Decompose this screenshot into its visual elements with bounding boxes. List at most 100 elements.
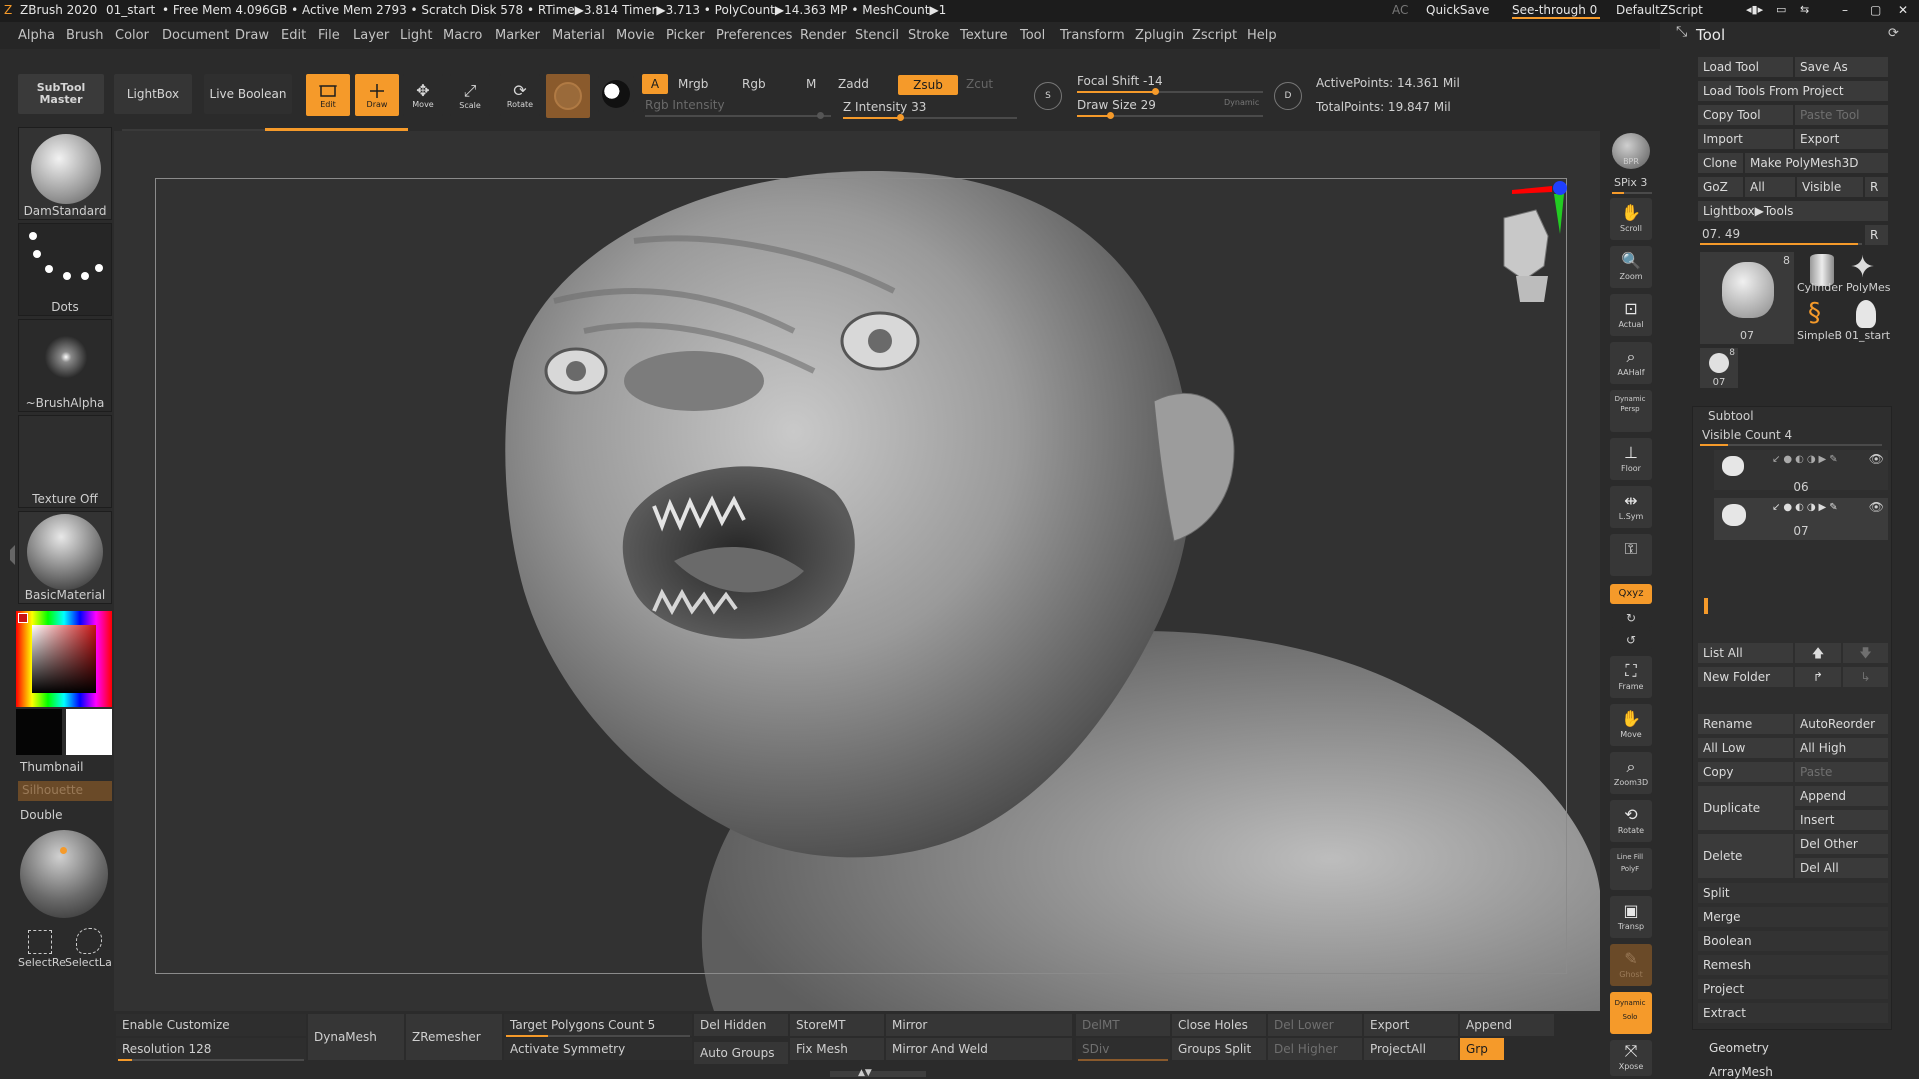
copy-subtool-button[interactable]: Copy [1698,762,1793,782]
projectall-button[interactable]: ProjectAll [1364,1038,1458,1060]
menu-render[interactable]: Render [800,28,846,43]
storemt-button[interactable]: StoreMT [790,1014,884,1036]
del-lower-button[interactable]: Del Lower [1268,1014,1362,1036]
menu-movie[interactable]: Movie [616,28,654,43]
enable-customize-button[interactable]: Enable Customize [116,1014,306,1036]
copy-tool-button[interactable]: Copy Tool [1698,105,1793,125]
subtool-06-toggles-icon[interactable]: ↙●◐◑▶✎ [1772,454,1841,465]
remesh-section[interactable]: Remesh [1698,955,1888,975]
delmt-button[interactable]: DelMT [1076,1014,1170,1036]
sdiv-slider[interactable]: SDiv [1076,1038,1170,1060]
subtool-header[interactable]: Subtool [1708,409,1754,423]
delete-button[interactable]: Delete [1698,834,1793,878]
clone-button[interactable]: Clone [1698,153,1743,173]
layout-icon[interactable]: ▭ [1776,3,1786,16]
polyf-button[interactable]: Line Fill PolyF [1610,848,1652,890]
select-rect-label[interactable]: SelectRe [18,956,66,969]
menu-stroke[interactable]: Stroke [908,28,949,43]
frame-button[interactable]: ⛶ Frame [1610,656,1652,698]
start-tool-thumb-icon[interactable] [1856,300,1876,328]
duplicate-button[interactable]: Duplicate [1698,786,1793,830]
spix-slider[interactable]: SPix 3 [1614,176,1647,189]
load-tools-from-project-button[interactable]: Load Tools From Project [1698,81,1888,101]
subtool-item-07[interactable]: ↙●◐◑▶✎ 👁 07 [1714,498,1888,540]
paste-tool-button[interactable]: Paste Tool [1795,105,1888,125]
del-all-button[interactable]: Del All [1795,858,1888,878]
auto-groups-button[interactable]: Auto Groups [694,1042,788,1064]
subtool-07-toggles-icon[interactable]: ↙●◐◑▶✎ [1772,502,1841,513]
del-higher-button[interactable]: Del Higher [1268,1038,1362,1060]
subtool-07-eye-icon[interactable]: 👁 [1869,500,1884,514]
visible-count-track[interactable] [1700,444,1882,446]
all-low-button[interactable]: All Low [1698,738,1793,758]
menu-color[interactable]: Color [115,28,149,43]
light-position-dot[interactable] [60,847,67,854]
quicksave-button[interactable]: QuickSave [1426,3,1489,17]
thumbnail-button[interactable]: Thumbnail [20,760,83,774]
export-button[interactable]: Export [1795,129,1888,149]
load-tool-button[interactable]: Load Tool [1698,57,1793,77]
focal-shift-icon[interactable]: S [1034,82,1062,110]
mirror-and-weld-button[interactable]: Mirror And Weld [886,1038,1072,1060]
gyro-lock-button[interactable]: ⚿ [1610,534,1652,576]
rgb-button[interactable]: Rgb [742,77,766,91]
close-icon[interactable]: ✕ [1898,3,1908,17]
current-tool-track[interactable] [1700,243,1862,245]
menu-marker[interactable]: Marker [495,28,540,43]
subtool-scroll-handle[interactable] [1704,598,1708,614]
material-selector[interactable]: BasicMaterial [18,511,112,604]
menu-zscript[interactable]: Zscript [1192,28,1237,43]
bottom-shelf-handle[interactable] [830,1071,926,1077]
geometry-section[interactable]: Geometry [1704,1038,1888,1058]
insert-button[interactable]: Insert [1795,810,1888,830]
persp-button[interactable]: Dynamic Persp [1610,390,1652,432]
aahalf-button[interactable]: ⌕ AAHalf [1610,342,1652,384]
visible-count-slider[interactable]: Visible Count 4 [1702,428,1792,442]
palette-refresh-icon[interactable]: ⟳ [1888,26,1899,41]
menu-draw[interactable]: Draw [235,28,269,43]
secondary-color-swatch[interactable] [16,709,62,755]
double-toggle[interactable]: Double [20,808,63,822]
polymesh-star-icon[interactable]: ✦ [1850,250,1875,285]
primary-color-swatch[interactable] [66,709,112,755]
menu-alpha[interactable]: Alpha [18,28,55,43]
maximize-icon[interactable]: ▢ [1870,3,1881,17]
zoom-button[interactable]: 🔍 Zoom [1610,246,1652,288]
zsub-button[interactable]: Zsub [898,75,958,95]
paste-subtool-button[interactable]: Paste [1795,762,1888,782]
autoreorder-button[interactable]: AutoReorder [1795,714,1888,734]
del-other-button[interactable]: Del Other [1795,834,1888,854]
mrgb-button[interactable]: Mrgb [678,77,708,91]
seethrough-slider[interactable]: See-through 0 [1512,3,1600,19]
dynamesh-button[interactable]: DynaMesh [308,1014,404,1060]
save-as-button[interactable]: Save As [1795,57,1888,77]
append-button[interactable]: Append [1795,786,1888,806]
brush-selector[interactable]: DamStandard [18,127,112,220]
select-lasso-label[interactable]: SelectLa [65,956,112,969]
texture-selector[interactable]: Texture Off [18,415,112,508]
simplebrush-icon[interactable]: § [1808,298,1821,328]
rotate-z-icon[interactable]: ↺ [1610,630,1652,650]
material-sphere-button[interactable] [546,74,590,118]
transp-button[interactable]: ▣ Transp [1610,896,1652,938]
rgb-intensity-track[interactable] [645,112,831,119]
subtool-item-06[interactable]: ↙●◐◑▶✎ 👁 06 [1714,450,1888,494]
scale-mode-button[interactable]: ⤢ Scale [450,74,490,116]
live-boolean-button[interactable]: Live Boolean [204,74,292,114]
menu-tool[interactable]: Tool [1020,28,1045,43]
zcut-button[interactable]: Zcut [966,77,993,91]
sdiv-track[interactable] [1078,1059,1168,1061]
rotate-y-icon[interactable]: ↻ [1610,608,1652,628]
menu-transform[interactable]: Transform [1060,28,1125,43]
rename-button[interactable]: Rename [1698,714,1793,734]
tool-thumb-small[interactable]: 8 07 [1700,348,1738,388]
make-polymesh3d-button[interactable]: Make PolyMesh3D [1745,153,1888,173]
a-button[interactable]: A [642,74,668,94]
left-collapse-arrow-icon[interactable] [5,545,15,565]
default-zscript-button[interactable]: DefaultZScript [1616,3,1703,17]
menu-picker[interactable]: Picker [666,28,705,43]
draw-size-icon[interactable]: D [1274,82,1302,110]
move-up-icon[interactable]: 🡅 [1795,643,1841,663]
m-button[interactable]: M [806,77,816,91]
menu-file[interactable]: File [318,28,340,43]
